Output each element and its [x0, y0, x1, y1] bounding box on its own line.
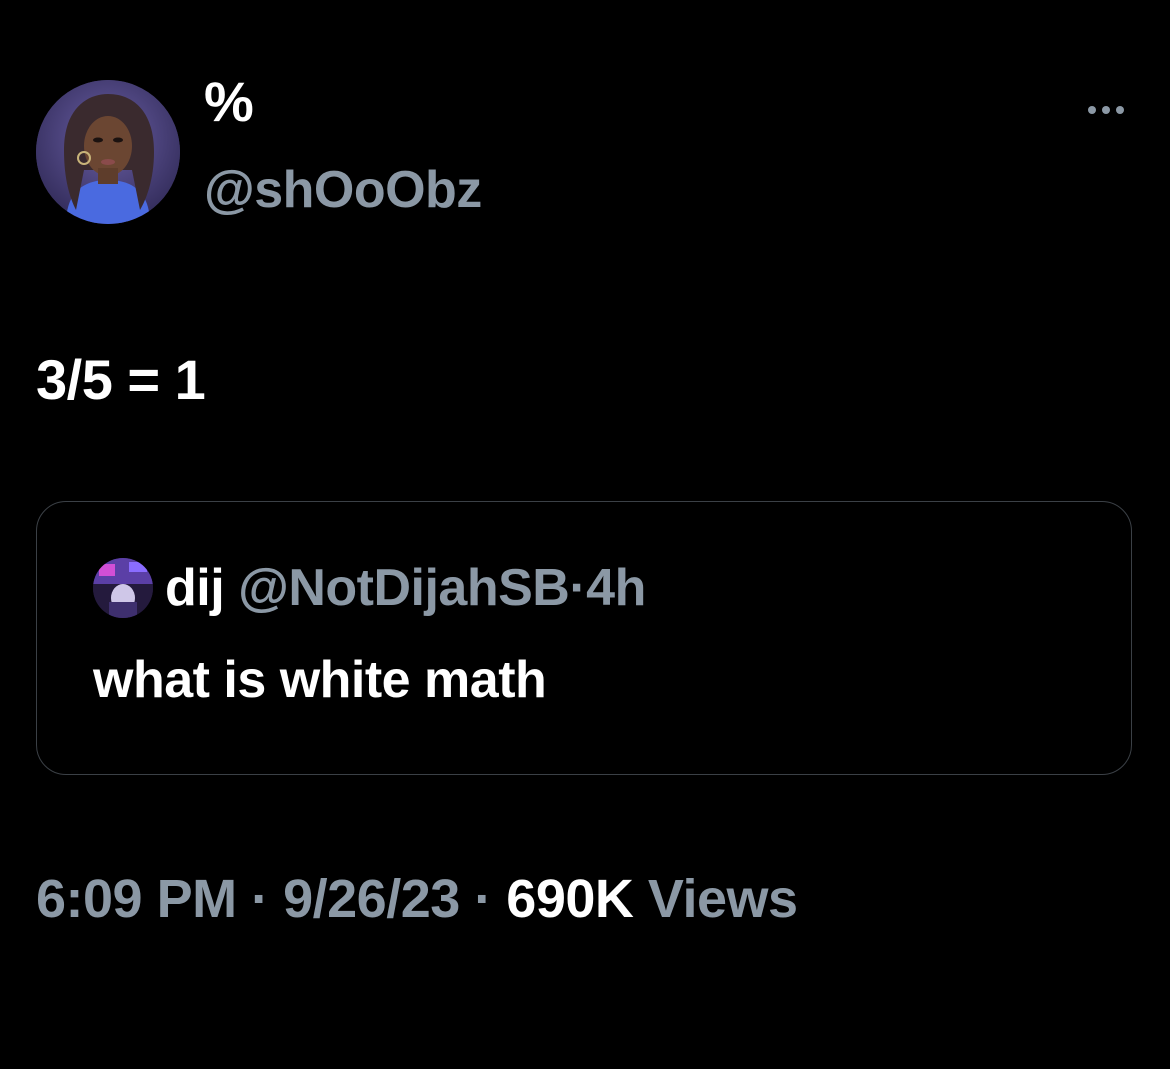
quoted-tweet-header: dij @NotDijahSB·4h [165, 562, 646, 614]
tweet-text: 3/5 = 1 [36, 348, 206, 411]
views-count[interactable]: 690K [506, 869, 634, 929]
author-avatar-image [36, 80, 180, 224]
more-options-icon[interactable] [1084, 98, 1132, 122]
author-display-name[interactable]: % [204, 74, 254, 130]
author-handle[interactable]: @shOoObz [204, 164, 482, 216]
quoted-header-separator: · [569, 559, 587, 617]
quoted-author-handle[interactable]: @NotDijahSB [238, 559, 570, 617]
tweet-date[interactable]: 9/26/23 [283, 869, 460, 929]
quoted-author-avatar-image [93, 558, 153, 618]
tweet-time[interactable]: 6:09 PM [36, 869, 237, 929]
quoted-tweet-text: what is white math [93, 651, 547, 709]
quoted-tweet-time[interactable]: 4h [586, 559, 646, 617]
quoted-tweet-card[interactable]: dij @NotDijahSB·4h what is white math [36, 501, 1132, 775]
meta-separator-2: · [474, 869, 492, 929]
author-avatar[interactable] [36, 80, 180, 224]
meta-separator-1: · [251, 869, 269, 929]
tweet-meta: 6:09 PM · 9/26/23 · 690K Views [36, 872, 798, 926]
quoted-author-display-name[interactable]: dij [165, 559, 225, 617]
views-label: Views [647, 869, 798, 929]
quoted-author-avatar[interactable] [93, 558, 153, 618]
